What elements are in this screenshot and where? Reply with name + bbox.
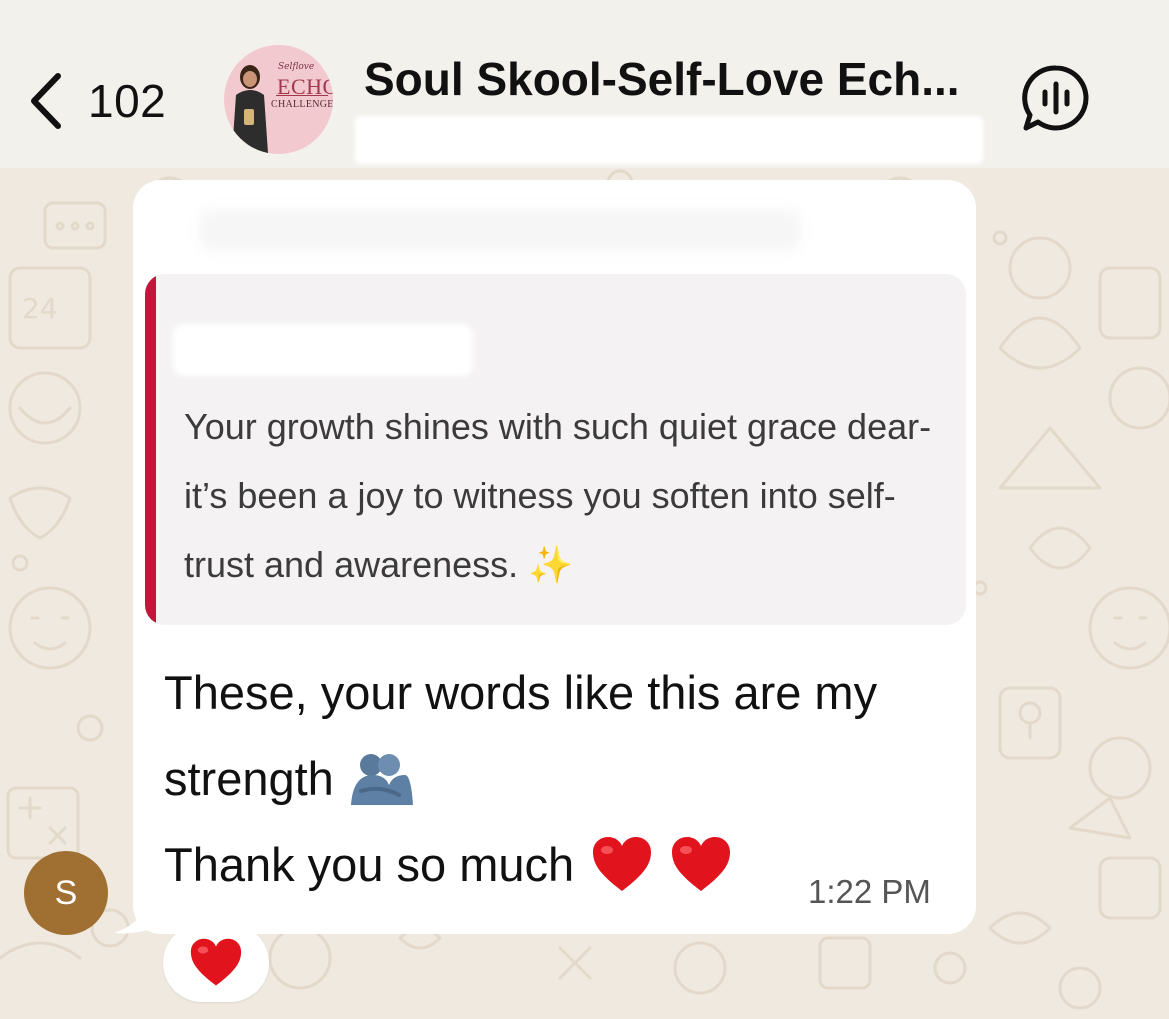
avatar-challenge-text: CHALLENGE	[271, 99, 333, 110]
red-heart-icon	[672, 837, 731, 891]
sparkles-icon: ✨	[528, 545, 574, 586]
message-line-2-text: strength	[164, 752, 334, 805]
quote-text: Your growth shines with such quiet grace…	[184, 392, 954, 600]
svg-text:24: 24	[22, 292, 58, 325]
message-line-2: strength	[164, 736, 954, 822]
red-heart-icon	[190, 938, 242, 986]
group-members-redacted[interactable]	[355, 116, 983, 164]
back-button[interactable]: 102	[24, 66, 166, 136]
sender-name-redacted	[200, 210, 800, 250]
message-line-1: These, your words like this are my	[164, 666, 878, 719]
quote-author-redacted	[173, 324, 473, 376]
sender-avatar[interactable]: S	[24, 851, 108, 935]
hug-icon	[350, 754, 413, 805]
message-body: These, your words like this are my stren…	[164, 650, 954, 908]
quote-accent-bar	[145, 274, 156, 625]
message-line-3-text: Thank you so much	[164, 838, 575, 891]
quoted-message[interactable]: Your growth shines with such quiet grace…	[145, 274, 966, 625]
chat-header: 102 Selflove ECHO CHALLENGE Soul Skool-S…	[0, 0, 1169, 168]
red-heart-icon	[593, 837, 652, 891]
avatar-script-text: Selflove	[278, 62, 315, 72]
sender-initial: S	[54, 873, 78, 912]
chevron-left-icon	[31, 73, 61, 129]
group-avatar[interactable]: Selflove ECHO CHALLENGE	[224, 45, 333, 154]
avatar-echo-text: ECHO	[277, 74, 333, 99]
group-title[interactable]: Soul Skool-Self-Love Ech...	[364, 52, 960, 106]
voice-chat-icon[interactable]	[1020, 62, 1092, 134]
message-timestamp: 1:22 PM	[808, 873, 931, 910]
avatar-divider	[276, 95, 328, 96]
reaction-badge[interactable]: ❤️	[163, 924, 269, 1002]
avatar-person-photo	[232, 65, 268, 153]
unread-count: 102	[88, 75, 167, 127]
